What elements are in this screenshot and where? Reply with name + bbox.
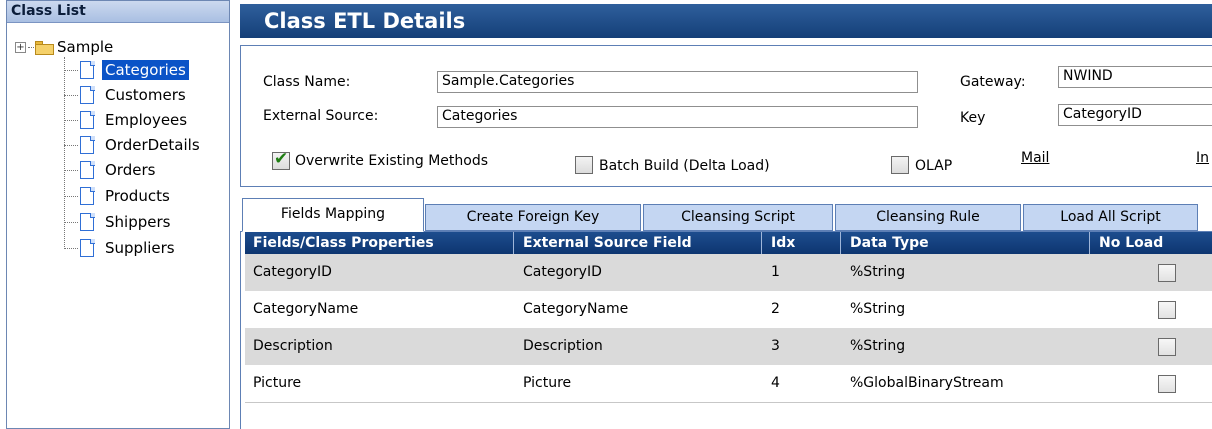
external-source-field[interactable]: Categories — [437, 106, 918, 128]
no-load-checkbox[interactable] — [1158, 375, 1176, 393]
grid-border — [240, 232, 241, 429]
cell-property: Description — [253, 338, 333, 354]
batch-build-checkbox[interactable] — [575, 156, 593, 174]
tree-item-label[interactable]: OrderDetails — [102, 135, 203, 155]
olap-label: OLAP — [915, 158, 953, 174]
cell-source-field: CategoryID — [523, 264, 602, 280]
cell-source-field: Picture — [523, 375, 572, 391]
cell-source-field: Description — [523, 338, 603, 354]
tree-root-label[interactable]: Sample — [57, 38, 113, 56]
expand-icon[interactable]: + — [15, 41, 26, 53]
tree-item-employees[interactable]: Employees — [64, 109, 190, 131]
gateway-label: Gateway: — [960, 74, 1026, 90]
column-header-properties[interactable]: Fields/Class Properties — [245, 232, 514, 254]
tree-item-label[interactable]: Categories — [102, 60, 189, 80]
class-document-icon — [80, 213, 95, 231]
cell-idx: 2 — [771, 301, 780, 317]
cell-data-type: %GlobalBinaryStream — [850, 375, 1004, 391]
tree-item-label[interactable]: Customers — [102, 85, 189, 105]
grid-header: Fields/Class Properties External Source … — [245, 232, 1212, 254]
grid-bottom-rule — [245, 402, 1212, 403]
tree-item-label[interactable]: Shippers — [102, 212, 173, 232]
tree-connector — [28, 46, 34, 48]
tree-item-orderdetails[interactable]: OrderDetails — [64, 134, 203, 156]
olap-checkbox[interactable] — [891, 156, 909, 174]
tab-cleansing-rule[interactable]: Cleansing Rule — [835, 204, 1021, 231]
tree-root-sample[interactable]: + Sample — [15, 37, 113, 57]
cell-source-field: CategoryName — [523, 301, 629, 317]
class-document-icon — [80, 61, 95, 79]
column-header-source-field[interactable]: External Source Field — [515, 232, 762, 254]
tab-cleansing-script[interactable]: Cleansing Script — [643, 204, 833, 231]
cell-property: CategoryName — [253, 301, 359, 317]
fields-mapping-grid: Fields/Class Properties External Source … — [245, 232, 1212, 403]
cell-idx: 4 — [771, 375, 780, 391]
gateway-field[interactable]: NWIND — [1058, 66, 1212, 88]
no-load-checkbox[interactable] — [1158, 264, 1176, 282]
class-document-icon — [80, 136, 95, 154]
tree-item-label[interactable]: Products — [102, 186, 173, 206]
page-title: Class ETL Details — [240, 4, 1212, 38]
class-list-panel: Class List + Sample Categories Customers… — [6, 0, 230, 429]
table-row[interactable]: CategoryID CategoryID 1 %String — [245, 254, 1212, 291]
table-row[interactable]: Description Description 3 %String — [245, 328, 1212, 365]
cell-data-type: %String — [850, 301, 906, 317]
class-list-header: Class List — [7, 1, 229, 23]
class-details-form: Class Name: Sample.Categories External S… — [240, 45, 1212, 187]
key-field[interactable]: CategoryID — [1058, 104, 1212, 126]
folder-icon — [35, 40, 55, 55]
overwrite-methods-checkbox[interactable]: ✔ — [272, 149, 290, 170]
tree-item-suppliers[interactable]: Suppliers — [64, 237, 178, 259]
mail-link[interactable]: Mail — [1021, 150, 1049, 166]
column-header-data-type[interactable]: Data Type — [842, 232, 1090, 254]
cell-data-type: %String — [850, 264, 906, 280]
cell-property: CategoryID — [253, 264, 332, 280]
tree-item-label[interactable]: Orders — [102, 160, 158, 180]
checkmark-icon: ✔ — [274, 149, 289, 169]
class-document-icon — [80, 86, 95, 104]
in-link[interactable]: In — [1196, 150, 1209, 166]
tree-item-products[interactable]: Products — [64, 185, 173, 207]
class-document-icon — [80, 239, 95, 257]
tree-item-label[interactable]: Suppliers — [102, 238, 178, 258]
class-document-icon — [80, 111, 95, 129]
table-row[interactable]: CategoryName CategoryName 2 %String — [245, 291, 1212, 328]
no-load-checkbox[interactable] — [1158, 338, 1176, 356]
tree-item-customers[interactable]: Customers — [64, 84, 189, 106]
column-header-no-load[interactable]: No Load — [1091, 232, 1212, 254]
overwrite-methods-label: Overwrite Existing Methods — [295, 153, 489, 169]
column-header-idx[interactable]: Idx — [763, 232, 841, 254]
tab-fields-mapping[interactable]: Fields Mapping — [242, 198, 424, 232]
cell-property: Picture — [253, 375, 302, 391]
key-label: Key — [960, 110, 986, 126]
tab-create-foreign-key[interactable]: Create Foreign Key — [425, 204, 641, 231]
class-name-label: Class Name: — [263, 74, 351, 90]
tab-bar: Fields Mapping Create Foreign Key Cleans… — [240, 198, 1212, 232]
batch-build-label: Batch Build (Delta Load) — [599, 158, 770, 174]
no-load-checkbox[interactable] — [1158, 301, 1176, 319]
external-source-label: External Source: — [263, 108, 379, 124]
cell-data-type: %String — [850, 338, 906, 354]
tree-item-label[interactable]: Employees — [102, 110, 190, 130]
class-name-field[interactable]: Sample.Categories — [437, 71, 918, 93]
tree-item-orders[interactable]: Orders — [64, 159, 158, 181]
class-document-icon — [80, 161, 95, 179]
tab-load-all-script[interactable]: Load All Script — [1023, 204, 1198, 231]
cell-idx: 1 — [771, 264, 780, 280]
cell-idx: 3 — [771, 338, 780, 354]
tree-item-shippers[interactable]: Shippers — [64, 211, 173, 233]
table-row[interactable]: Picture Picture 4 %GlobalBinaryStream — [245, 365, 1212, 402]
class-document-icon — [80, 187, 95, 205]
tree-item-categories[interactable]: Categories — [64, 59, 189, 81]
